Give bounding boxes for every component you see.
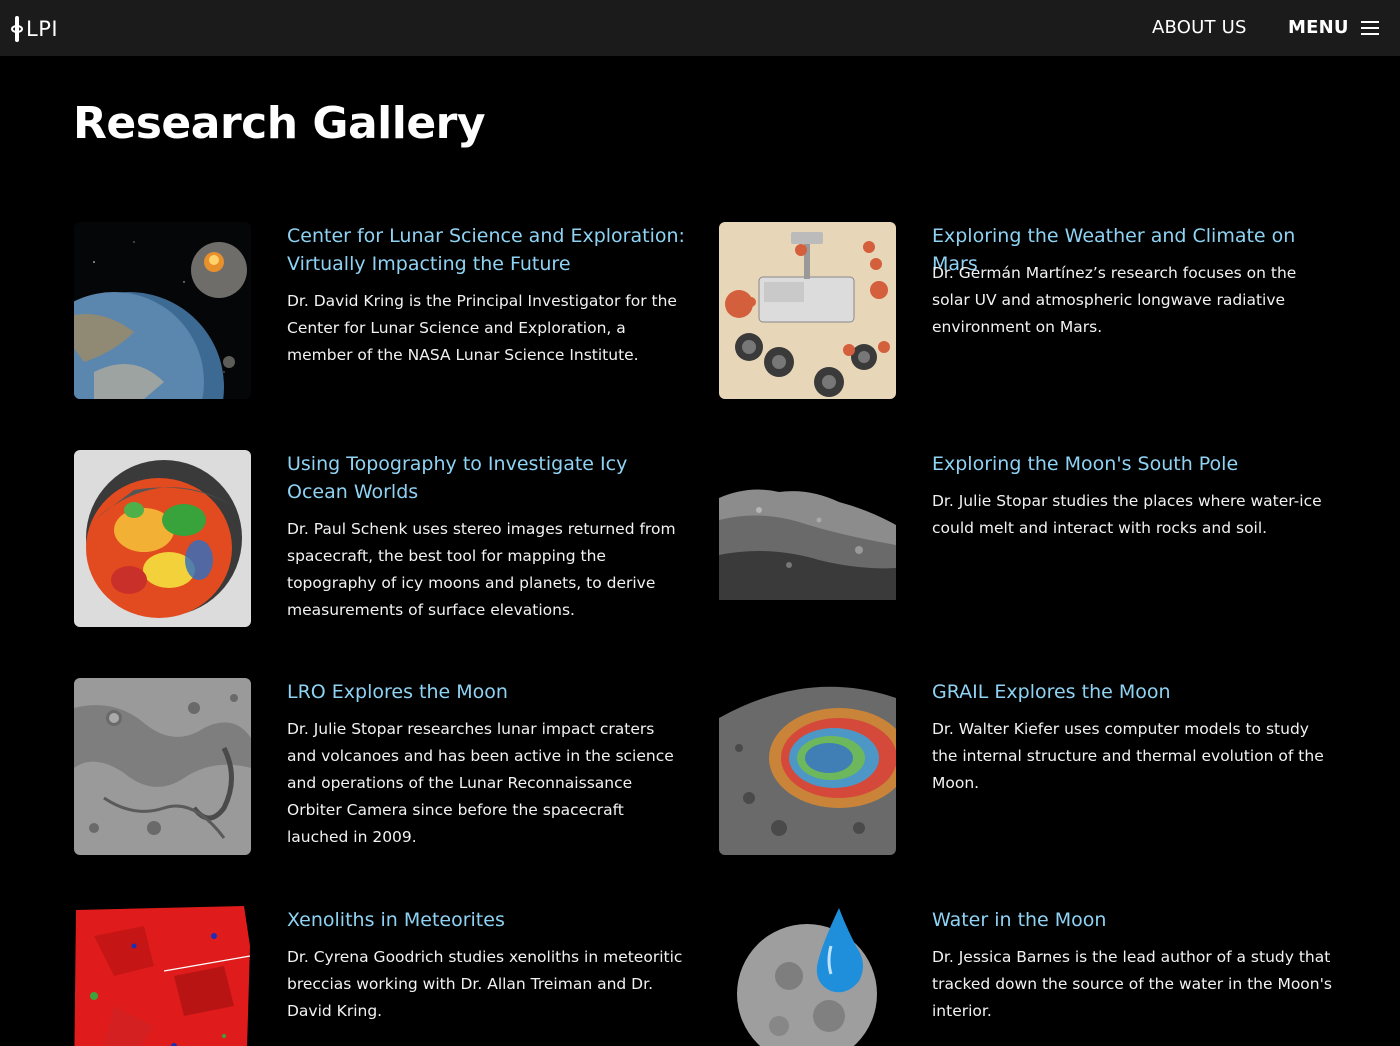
gallery-card: Using Topography to Investigate Icy Ocea… (74, 450, 684, 630)
logo-mark-icon (10, 16, 24, 42)
logo-text: LPI (26, 17, 59, 41)
meteorite-xenolith-image (74, 906, 251, 1046)
card-thumbnail[interactable] (719, 678, 896, 855)
lunar-surface-image (74, 678, 251, 855)
about-us-link[interactable]: ABOUT US (1152, 17, 1247, 38)
gallery-card: LRO Explores the Moon Dr. Julie Stopar r… (74, 678, 684, 858)
card-thumbnail[interactable] (74, 222, 251, 399)
card-title-link[interactable]: Exploring the Moon's South Pole (932, 450, 1332, 478)
card-title-link[interactable]: Using Topography to Investigate Icy Ocea… (287, 450, 687, 506)
card-title-link[interactable]: LRO Explores the Moon (287, 678, 687, 706)
card-title-link[interactable]: Center for Lunar Science and Exploration… (287, 222, 687, 278)
menu-button[interactable]: MENU (1288, 17, 1379, 38)
gallery-card: GRAIL Explores the Moon Dr. Walter Kiefe… (719, 678, 1329, 858)
gallery-card: Center for Lunar Science and Exploration… (74, 222, 687, 402)
menu-label: MENU (1288, 17, 1349, 38)
card-thumbnail[interactable] (719, 222, 896, 399)
card-description: Dr. Julie Stopar studies the places wher… (932, 492, 1322, 537)
card-thumbnail[interactable] (74, 678, 251, 855)
top-navigation-bar: LPI ABOUT US MENU (0, 0, 1400, 56)
card-title-link[interactable]: GRAIL Explores the Moon (932, 678, 1332, 706)
card-description: Dr. Jessica Barnes is the lead author of… (932, 948, 1332, 1020)
moon-water-drop-image (719, 906, 896, 1046)
page-title: Research Gallery (73, 98, 486, 149)
card-thumbnail[interactable] (74, 906, 251, 1046)
card-thumbnail[interactable] (719, 450, 896, 627)
card-description: Dr. Germán Martínez’s research focuses o… (932, 264, 1297, 336)
gallery-card: Xenoliths in Meteorites Dr. Cyrena Goodr… (74, 906, 684, 1046)
card-thumbnail[interactable] (719, 906, 896, 1046)
gravity-map-crater-image (719, 678, 896, 855)
icy-moon-topography-image (74, 450, 251, 627)
card-description: Dr. Julie Stopar researches lunar impact… (287, 720, 674, 846)
hamburger-icon (1360, 20, 1379, 36)
card-title-link[interactable]: Water in the Moon (932, 906, 1332, 934)
card-thumbnail[interactable] (74, 450, 251, 627)
lunar-south-pole-image (719, 450, 896, 627)
card-description: Dr. Paul Schenk uses stereo images retur… (287, 520, 676, 619)
card-title-link[interactable]: Xenoliths in Meteorites (287, 906, 687, 934)
gallery-card: Exploring the Moon's South Pole Dr. Juli… (719, 450, 1329, 630)
lpi-logo[interactable]: LPI (10, 15, 58, 43)
card-description: Dr. David Kring is the Principal Investi… (287, 292, 677, 364)
card-description: Dr. Cyrena Goodrich studies xenoliths in… (287, 948, 683, 1020)
gallery-card: Exploring the Weather and Climate on Mar… (719, 222, 1329, 402)
card-description: Dr. Walter Kiefer uses computer models t… (932, 720, 1324, 792)
earth-moon-impact-image (74, 222, 251, 399)
gallery-card: Water in the Moon Dr. Jessica Barnes is … (719, 906, 1332, 1046)
mars-rover-image (719, 222, 896, 399)
